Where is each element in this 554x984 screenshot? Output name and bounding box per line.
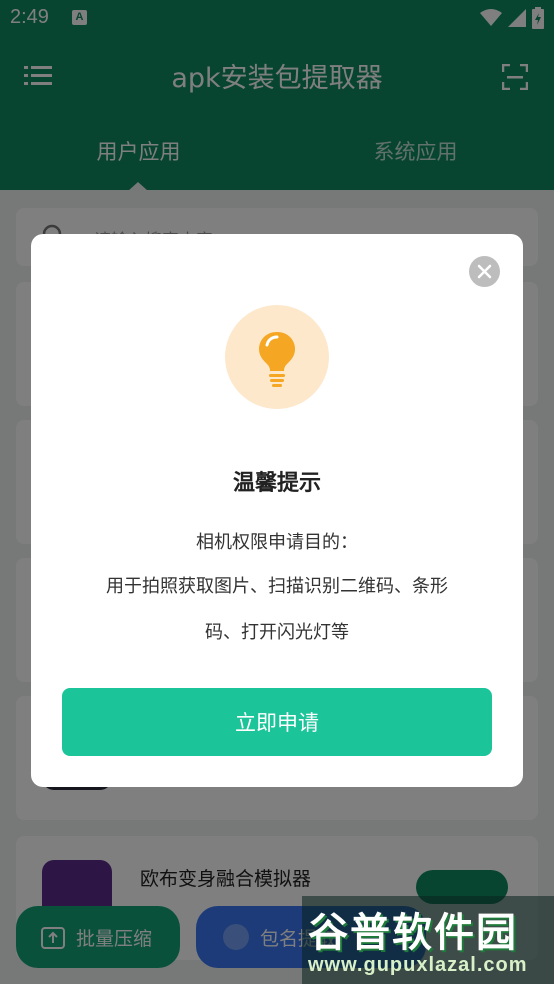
lightbulb-badge [225,305,329,409]
close-icon [477,264,492,279]
dialog-message-line: 用于拍照获取图片、扫描识别二维码、条形 [106,576,448,597]
dialog-message-line: 码、打开闪光灯等 [205,622,349,643]
permission-dialog: 温馨提示 相机权限申请目的： 用于拍照获取图片、扫描识别二维码、条形 码、打开闪… [31,234,523,787]
watermark: 谷普软件园 www.gupuxlazal.com [302,896,554,984]
watermark-brand: 谷普软件园 [308,910,518,956]
watermark-url: www.gupuxlazal.com [308,954,528,976]
apply-now-button[interactable]: 立即申请 [62,688,492,756]
close-button[interactable] [469,256,500,287]
dialog-message-line: 相机权限申请目的： [196,532,358,553]
lightbulb-icon [259,332,295,387]
dialog-title: 温馨提示 [232,471,321,496]
